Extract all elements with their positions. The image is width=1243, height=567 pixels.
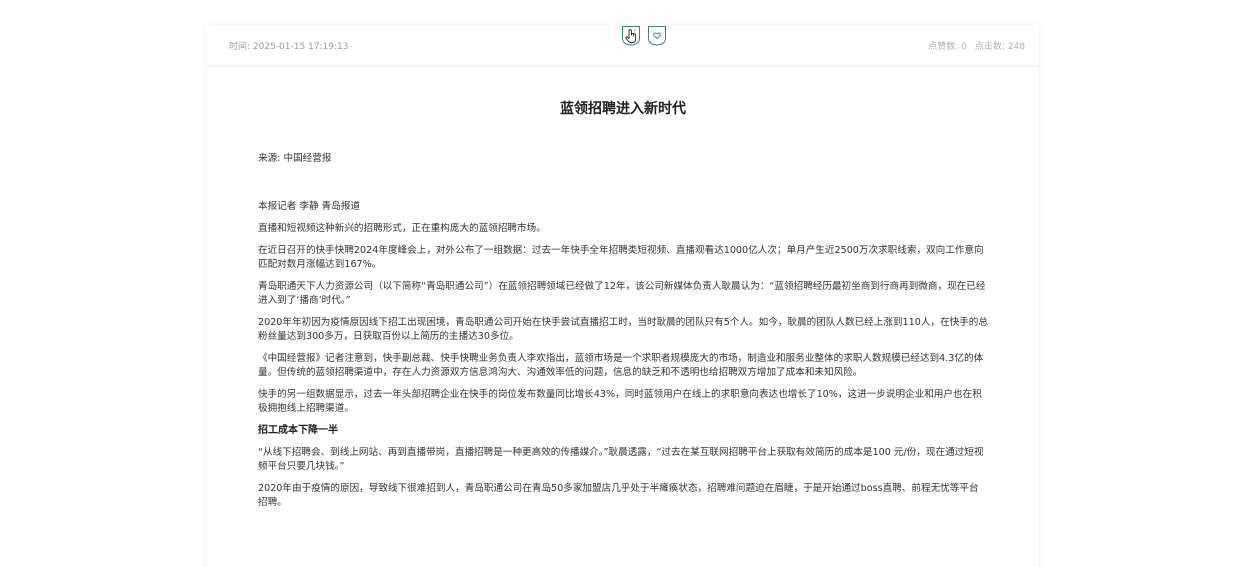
article-paragraph: 本报记者 李静 青岛报道 <box>258 201 361 212</box>
article-card: 时间: 2025-01-15 17:19:13 点赞数: 0 点击数: 248 <box>207 25 1039 567</box>
click-count: 点击数: 248 <box>974 42 1025 52</box>
like-count: 点赞数: 0 <box>928 42 967 52</box>
article-paragraph: 2020年年初因为疫情原因线下招工出现困境，青岛职通公司开始在快手尝试直播招工时… <box>258 317 988 342</box>
like-button[interactable] <box>621 25 641 46</box>
article-paragraph: 青岛职通天下人力资源公司（以下简称“青岛职通公司”）在蓝领招聘领域已经做了12年… <box>258 281 986 306</box>
article-source: 来源: 中国经营报 <box>258 153 332 164</box>
publish-time: 时间: 2025-01-15 17:19:13 <box>229 42 349 52</box>
article-paragraph: 快手的另一组数据显示，过去一年头部招聘企业在快手的岗位发布数量同比增长43%，同… <box>258 389 982 414</box>
article-subheading: 招工成本下降一半 <box>258 425 338 436</box>
article-paragraph: 《中国经营报》记者注意到，快手副总裁、快手快聘业务负责人李欢指出，蓝领市场是一个… <box>258 353 984 378</box>
article-paragraph: “从线下招聘会、到线上网站、再到直播带岗，直播招聘是一种更高效的传播媒介。”耿晨… <box>258 447 984 472</box>
article-title: 蓝领招聘进入新时代 <box>560 101 686 117</box>
article-paragraph: 直播和短视频这种新兴的招聘形式，正在重构庞大的蓝领招聘市场。 <box>258 223 546 234</box>
page: 时间: 2025-01-15 17:19:13 点赞数: 0 点击数: 248 <box>0 0 1243 567</box>
article-paragraph: 在近日召开的快手快聘2024年度峰会上，对外公布了一组数据：过去一年快手全年招聘… <box>258 245 984 270</box>
article-stats: 点赞数: 0 点击数: 248 <box>928 39 1025 52</box>
favorite-button[interactable] <box>647 25 667 46</box>
article-body: 来源: 中国经营报 本报记者 李静 青岛报道 直播和短视频这种新兴的招聘形式，正… <box>258 152 988 518</box>
article-meta-bar: 时间: 2025-01-15 17:19:13 点赞数: 0 点击数: 248 <box>207 25 1039 66</box>
article-paragraph: 2020年由于疫情的原因，导致线下很难招到人，青岛职通公司在青岛50多家加盟店几… <box>258 483 979 508</box>
action-icons <box>621 25 667 49</box>
